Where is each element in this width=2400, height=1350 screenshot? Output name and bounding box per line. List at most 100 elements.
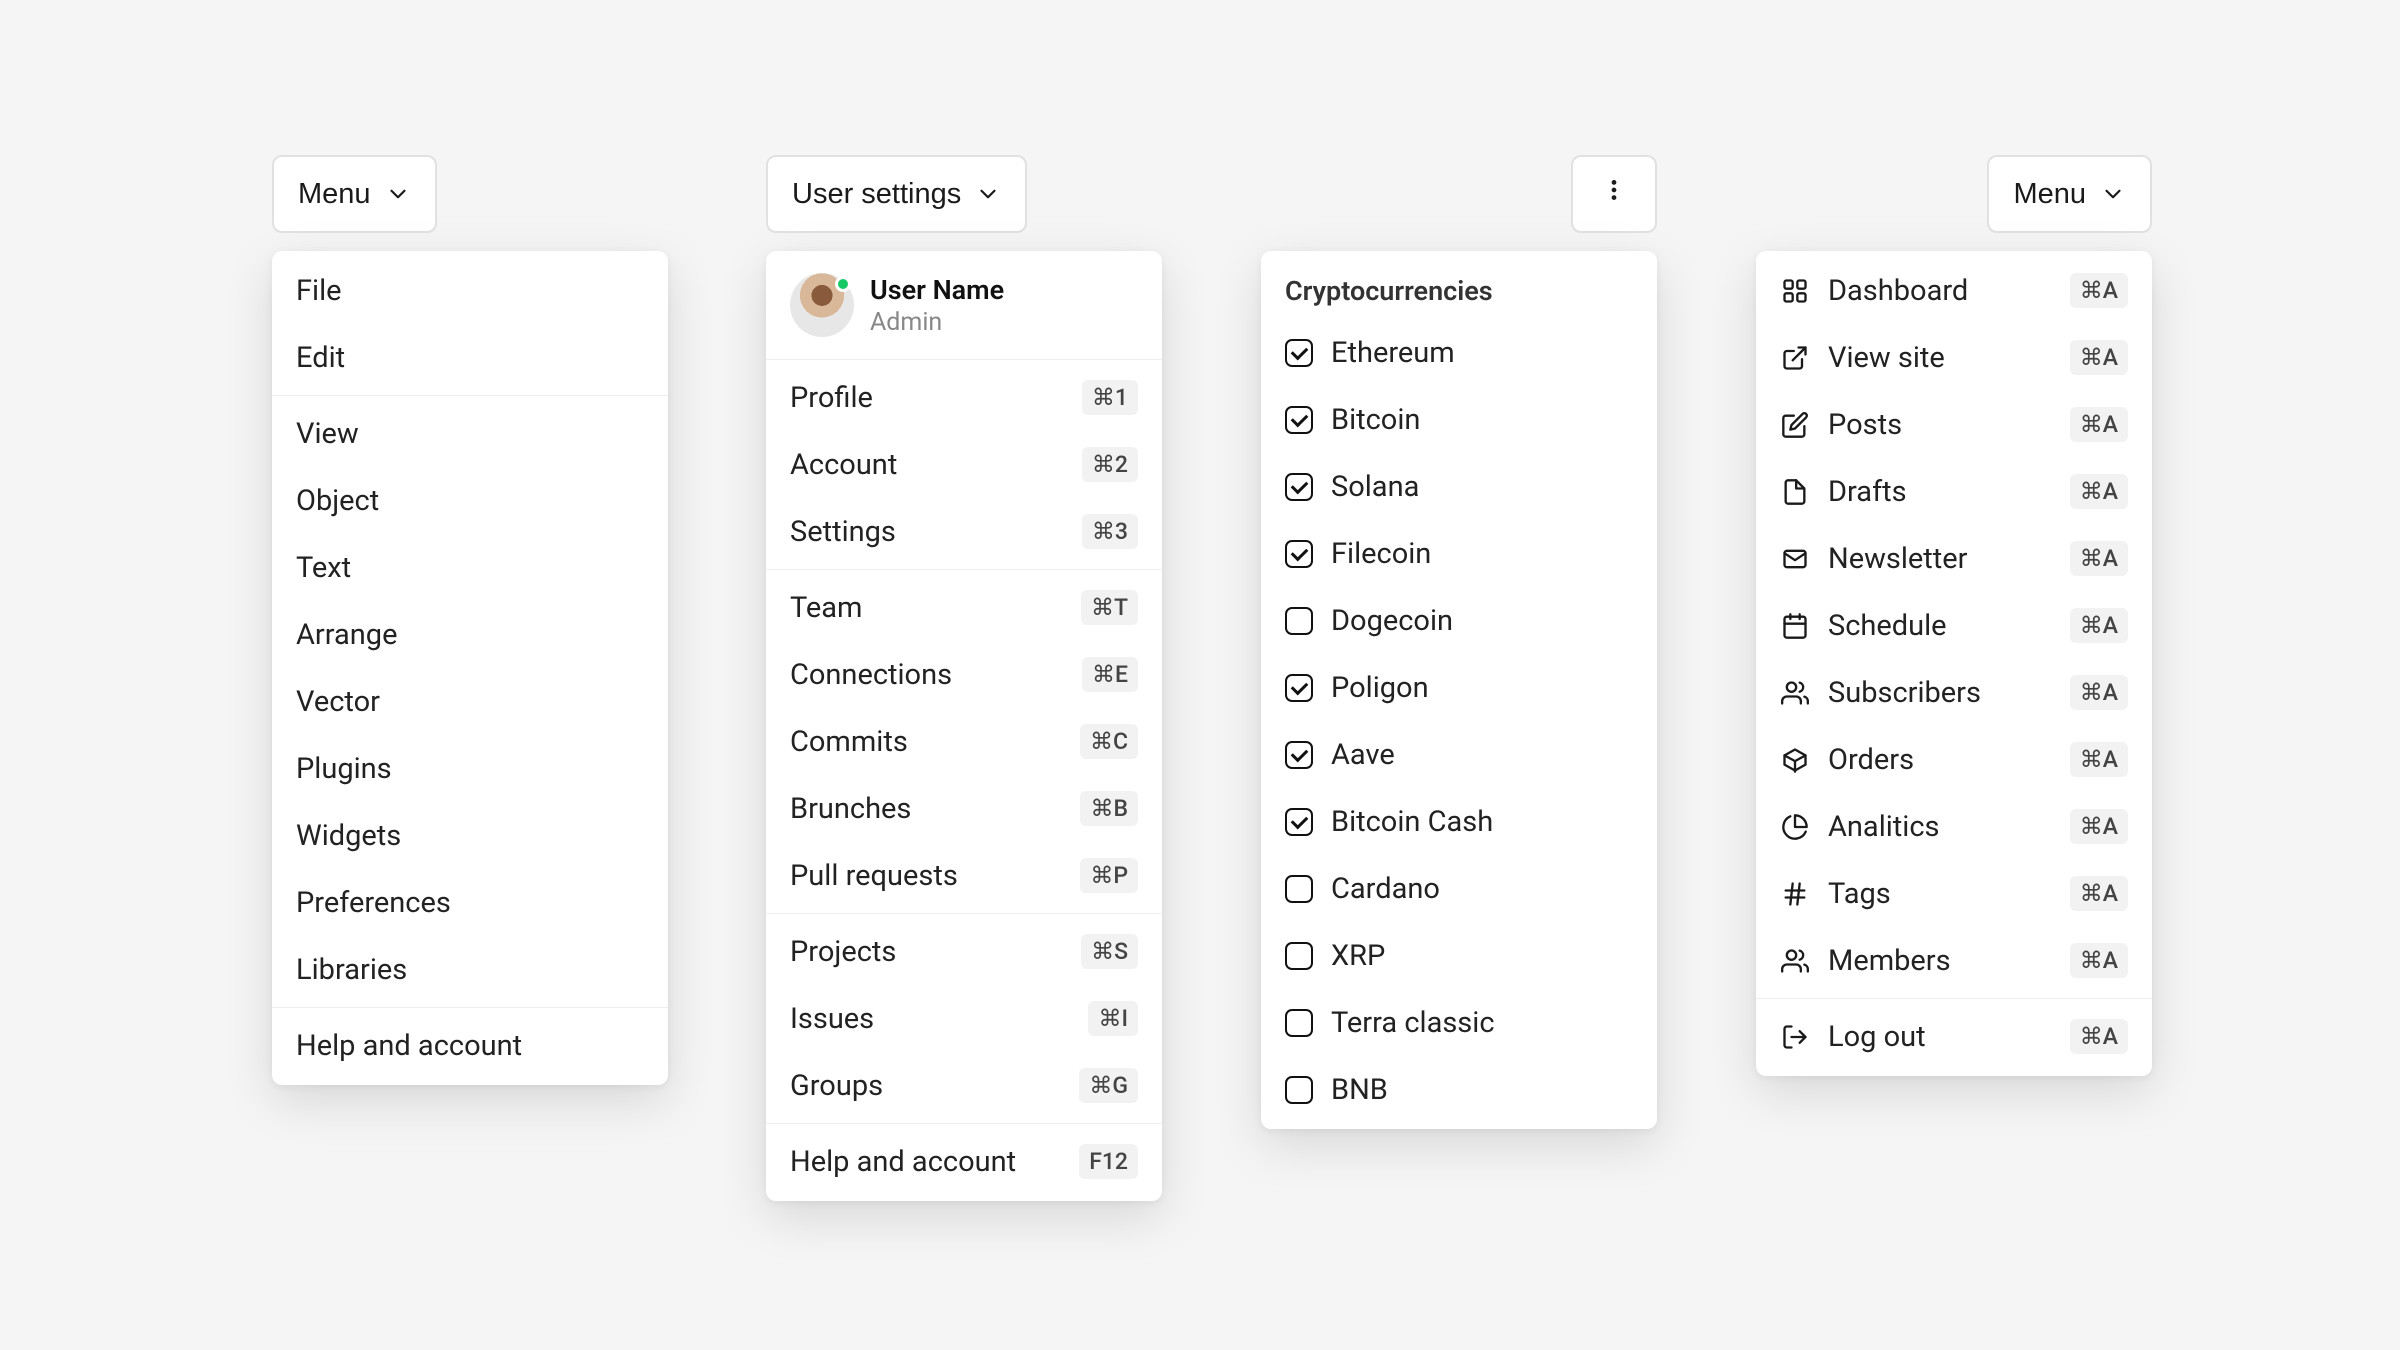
menu-item[interactable]: Analitics ⌘A: [1756, 793, 2152, 860]
user-name: User Name: [870, 274, 1004, 306]
menu-item[interactable]: Orders⌘A: [1756, 726, 2152, 793]
menu-item[interactable]: Widgets: [272, 802, 668, 869]
crypto-label: Filecoin: [1331, 537, 1431, 571]
menu-item[interactable]: Dashboard⌘A: [1756, 257, 2152, 324]
menu-item[interactable]: Pull requests⌘P: [766, 842, 1162, 909]
menu-item-label: File: [296, 274, 342, 308]
divider: [766, 359, 1162, 360]
user-header[interactable]: User NameAdmin: [766, 257, 1162, 355]
menu-item-label: Members: [1828, 944, 1951, 978]
crypto-label: Bitcoin: [1331, 403, 1420, 437]
menu-item-label: Posts: [1828, 408, 1902, 442]
menu-item[interactable]: Posts⌘A: [1756, 391, 2152, 458]
menu-item-label: Vector: [296, 685, 380, 719]
crypto-option[interactable]: Bitcoin Cash: [1261, 788, 1657, 855]
menu-item[interactable]: Drafts⌘A: [1756, 458, 2152, 525]
menu-item[interactable]: Groups⌘G: [766, 1052, 1162, 1119]
divider: [1756, 998, 2152, 999]
crypto-option[interactable]: Poligon: [1261, 654, 1657, 721]
menu-item[interactable]: Account⌘2: [766, 431, 1162, 498]
checkbox[interactable]: [1285, 674, 1313, 702]
crypto-option[interactable]: Cardano: [1261, 855, 1657, 922]
presence-indicator: [835, 276, 851, 292]
crypto-option[interactable]: Terra classic: [1261, 989, 1657, 1056]
menu-item[interactable]: Projects⌘S: [766, 918, 1162, 985]
keyboard-shortcut: ⌘A: [2070, 742, 2128, 777]
crypto-option[interactable]: XRP: [1261, 922, 1657, 989]
menu-item-label: Text: [296, 551, 351, 585]
mail-icon: [1780, 544, 1810, 574]
menu-item-label: Libraries: [296, 953, 407, 987]
checkbox[interactable]: [1285, 540, 1313, 568]
menu-item[interactable]: Vector: [272, 668, 668, 735]
menu-item[interactable]: Text: [272, 534, 668, 601]
crypto-option[interactable]: Solana: [1261, 453, 1657, 520]
crypto-label: Cardano: [1331, 872, 1440, 906]
crypto-option[interactable]: Aave: [1261, 721, 1657, 788]
menu-item-label: Account: [790, 448, 897, 482]
checkbox[interactable]: [1285, 1076, 1313, 1104]
menu-item[interactable]: Issues⌘I: [766, 985, 1162, 1052]
crypto-label: Terra classic: [1331, 1006, 1495, 1040]
keyboard-shortcut: ⌘P: [1080, 858, 1138, 893]
menu-item[interactable]: Settings⌘3: [766, 498, 1162, 565]
menu-item[interactable]: Edit: [272, 324, 668, 391]
user-settings-button[interactable]: User settings: [766, 155, 1027, 233]
menu-item[interactable]: File: [272, 257, 668, 324]
crypto-option[interactable]: Bitcoin: [1261, 386, 1657, 453]
menu-item[interactable]: Subscribers⌘A: [1756, 659, 2152, 726]
menu-item[interactable]: Brunches⌘B: [766, 775, 1162, 842]
keyboard-shortcut: ⌘A: [2070, 876, 2128, 911]
menu-item-label: Settings: [790, 515, 896, 549]
menu-item[interactable]: Object: [272, 467, 668, 534]
crypto-option[interactable]: Dogecoin: [1261, 587, 1657, 654]
menu-item[interactable]: Log out⌘A: [1756, 1003, 2152, 1070]
menu-item-label: Analitics: [1828, 810, 1940, 844]
menu-item[interactable]: Help and account: [272, 1012, 668, 1079]
menu-item[interactable]: Team⌘T: [766, 574, 1162, 641]
menu-item[interactable]: Members⌘A: [1756, 927, 2152, 994]
checkbox[interactable]: [1285, 607, 1313, 635]
menu-item[interactable]: View site⌘A: [1756, 324, 2152, 391]
menu-item-label: Object: [296, 484, 379, 518]
menu-item[interactable]: Help and account F12: [766, 1128, 1162, 1195]
menu-item[interactable]: Schedule⌘A: [1756, 592, 2152, 659]
checkbox[interactable]: [1285, 406, 1313, 434]
menu-item[interactable]: Tags⌘A: [1756, 860, 2152, 927]
menu-item[interactable]: Libraries: [272, 936, 668, 1003]
crypto-option[interactable]: Ethereum: [1261, 319, 1657, 386]
crypto-option[interactable]: BNB: [1261, 1056, 1657, 1123]
more-vertical-icon: [1601, 177, 1627, 211]
menu-button[interactable]: Menu: [272, 155, 437, 233]
keyboard-shortcut: ⌘C: [1080, 724, 1138, 759]
menu-item[interactable]: Plugins: [272, 735, 668, 802]
menu-item[interactable]: View: [272, 400, 668, 467]
chevron-down-icon: [385, 181, 411, 207]
menu-item-label: Help and account: [790, 1145, 1016, 1179]
menu-item[interactable]: Commits⌘C: [766, 708, 1162, 775]
crypto-option[interactable]: Filecoin: [1261, 520, 1657, 587]
crypto-header: Cryptocurrencies: [1261, 257, 1657, 319]
keyboard-shortcut: ⌘A: [2070, 541, 2128, 576]
checkbox[interactable]: [1285, 741, 1313, 769]
menu-button[interactable]: Menu: [1987, 155, 2152, 233]
menu-item-label: Log out: [1828, 1020, 1926, 1054]
checkbox[interactable]: [1285, 1009, 1313, 1037]
menu-item-label: Drafts: [1828, 475, 1907, 509]
menu-item[interactable]: Newsletter⌘A: [1756, 525, 2152, 592]
menu-item[interactable]: Arrange: [272, 601, 668, 668]
more-button[interactable]: [1571, 155, 1657, 233]
menu-item-label: Groups: [790, 1069, 883, 1103]
checkbox[interactable]: [1285, 339, 1313, 367]
menu-item[interactable]: Profile⌘1: [766, 364, 1162, 431]
nav-dropdown: Dashboard⌘AView site⌘APosts⌘ADrafts⌘ANew…: [1756, 251, 2152, 1076]
menu-item[interactable]: Preferences: [272, 869, 668, 936]
keyboard-shortcut: ⌘A: [2070, 809, 2128, 844]
checkbox[interactable]: [1285, 473, 1313, 501]
keyboard-shortcut: F12: [1079, 1144, 1138, 1179]
menu-item[interactable]: Connections⌘E: [766, 641, 1162, 708]
checkbox[interactable]: [1285, 875, 1313, 903]
checkbox[interactable]: [1285, 942, 1313, 970]
checkbox[interactable]: [1285, 808, 1313, 836]
menu-item-label: View site: [1828, 341, 1945, 375]
